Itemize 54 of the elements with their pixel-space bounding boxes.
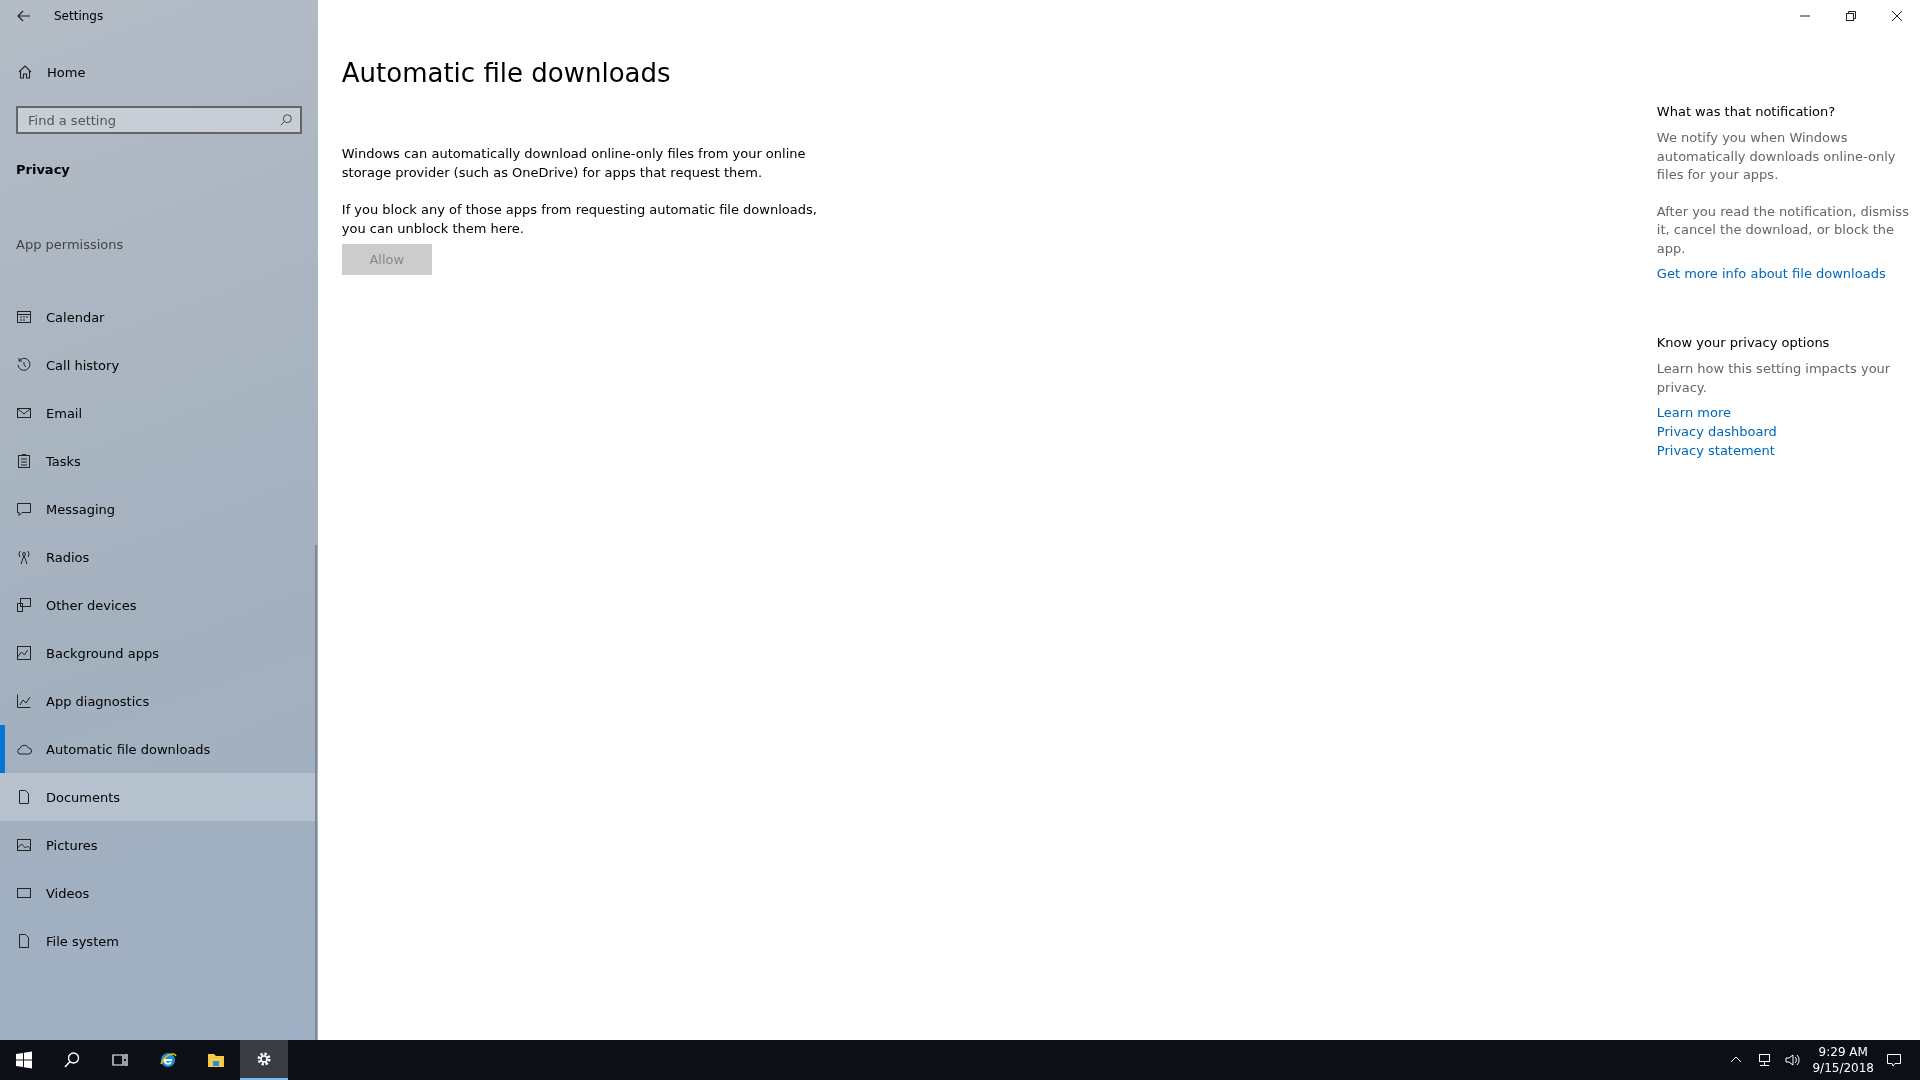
section-heading: Privacy: [15, 161, 71, 177]
description-text: If you block any of those apps from requesting automatic file downloads, you can unblock them here.: [341, 201, 818, 238]
sidebar-item[interactable]: Calendar: [0, 293, 318, 341]
help-link[interactable]: Privacy dashboard: [1656, 422, 1920, 441]
help-link[interactable]: Learn more: [1656, 403, 1920, 422]
search-icon: [278, 113, 293, 127]
sidebar-item[interactable]: Messaging: [0, 485, 318, 533]
home-link[interactable]: Home: [0, 52, 318, 92]
clock[interactable]: 9:29 AM 9/15/2018: [1812, 1044, 1874, 1076]
help-link[interactable]: Privacy statement: [1656, 441, 1920, 460]
sidebar-item[interactable]: Call history: [0, 341, 318, 389]
sidebar-item[interactable]: Documents: [0, 773, 318, 821]
speaker-icon[interactable]: [1784, 1052, 1801, 1068]
clipboard-icon: [16, 453, 32, 469]
document-icon: [16, 933, 32, 949]
devices-icon: [16, 597, 32, 613]
browser-icon: [158, 1050, 178, 1070]
sidebar-item[interactable]: Tasks: [0, 437, 318, 485]
aside-text: We notify you when Windows automatically downloads online-only files for your apps.: [1656, 129, 1897, 184]
aside-text: After you read the notification, dismiss it, cancel the download, or block the app.: [1656, 202, 1910, 258]
search-field[interactable]: Find a setting: [16, 106, 302, 134]
chart-icon: [16, 693, 32, 709]
help-link[interactable]: Get more info about file downloads: [1656, 264, 1920, 283]
calendar-icon: [16, 309, 32, 325]
group-heading: App permissions: [15, 236, 125, 254]
aside-text: Learn how this setting impacts your privacy.: [1656, 360, 1892, 397]
envelope-icon: [16, 405, 32, 421]
page-title: Automatic file downloads: [341, 58, 672, 88]
window-icon: [16, 645, 32, 661]
house-icon: [17, 64, 33, 80]
speech-bubble-icon: [16, 501, 32, 517]
sidebar-item[interactable]: Other devices: [0, 581, 318, 629]
back-arrow-icon[interactable]: [16, 8, 32, 24]
notification-icon[interactable]: [1886, 1052, 1902, 1068]
sidebar-item[interactable]: Background apps: [0, 629, 318, 677]
aside-heading: What was that notification?: [1656, 104, 1837, 119]
window-title: Settings: [54, 9, 104, 23]
frame-icon: [16, 885, 32, 901]
windows-logo-icon: [14, 1050, 34, 1070]
antenna-icon: [16, 549, 32, 565]
aside-heading: Know your privacy options: [1656, 335, 1831, 350]
sidebar-item[interactable]: Videos: [0, 869, 318, 917]
taskbar-button[interactable]: [240, 1040, 288, 1080]
sidebar-item[interactable]: Radios: [0, 533, 318, 581]
sidebar-item[interactable]: Email: [0, 389, 318, 437]
document-icon: [16, 789, 32, 805]
sidebar-item[interactable]: File system: [0, 917, 318, 965]
picture-icon: [16, 837, 32, 853]
clock-icon: [16, 357, 32, 373]
network-icon[interactable]: [1756, 1052, 1773, 1068]
sidebar-item[interactable]: App diagnostics: [0, 677, 318, 725]
description-text: Windows can automatically download online-only files from your online storage provider (such as OneDrive) for apps that request them.: [341, 145, 807, 182]
sidebar-item[interactable]: Pictures: [0, 821, 318, 869]
search-icon: [62, 1050, 82, 1070]
